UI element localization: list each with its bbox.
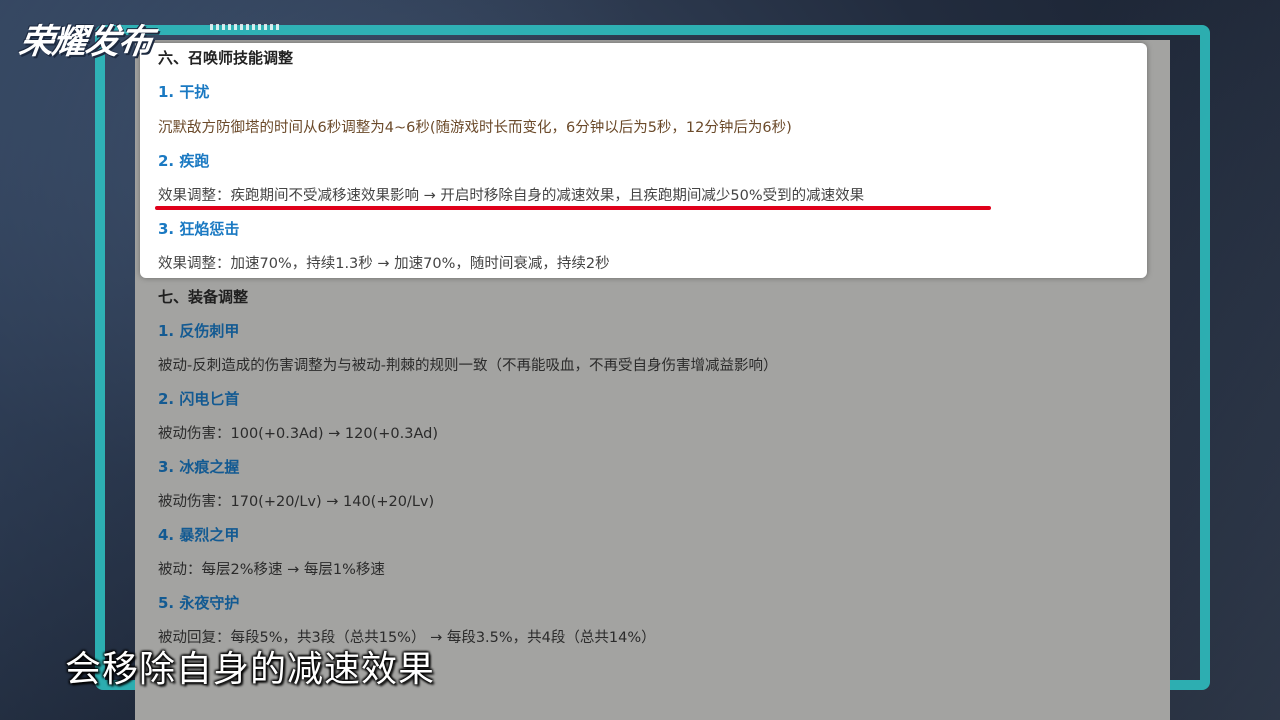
section-title-summoner: 六、召唤师技能调整 [158, 49, 294, 67]
section-title-equipment: 七、装备调整 [158, 288, 249, 306]
item-title: 1. 反伤刺甲 [158, 322, 240, 340]
item-desc: 沉默敌方防御塔的时间从6秒调整为4~6秒(随游戏时长而变化，6分钟以后为5秒，1… [158, 120, 792, 136]
video-subtitle: 会移除自身的减速效果 [65, 649, 436, 690]
logo-decoration [210, 24, 280, 30]
highlight-box [140, 43, 1147, 278]
item-title: 5. 永夜守护 [158, 594, 240, 612]
item-desc: 被动伤害：100(+0.3Ad) → 120(+0.3Ad) [158, 426, 439, 442]
item-title: 1. 干扰 [158, 83, 210, 101]
item-title: 3. 冰痕之握 [158, 458, 240, 476]
item-desc: 被动：每层2%移速 → 每层1%移速 [158, 562, 385, 578]
item-title: 4. 暴烈之甲 [158, 526, 240, 544]
item-desc-highlighted: 效果调整：疾跑期间不受减移速效果影响 → 开启时移除自身的减速效果，且疾跑期间减… [158, 188, 865, 204]
item-title: 2. 闪电匕首 [158, 390, 240, 408]
item-title: 3. 狂焰惩击 [158, 220, 240, 238]
item-desc: 效果调整：加速70%，持续1.3秒 → 加速70%，随时间衰减，持续2秒 [158, 256, 610, 272]
item-desc: 被动伤害：170(+20/Lv) → 140(+20/Lv) [158, 494, 435, 510]
item-title: 2. 疾跑 [158, 152, 210, 170]
red-underline [155, 206, 991, 210]
channel-logo: 荣耀发布 [16, 22, 155, 62]
item-desc: 被动-反刺造成的伤害调整为与被动-荆棘的规则一致（不再能吸血，不再受自身伤害增减… [158, 358, 778, 374]
